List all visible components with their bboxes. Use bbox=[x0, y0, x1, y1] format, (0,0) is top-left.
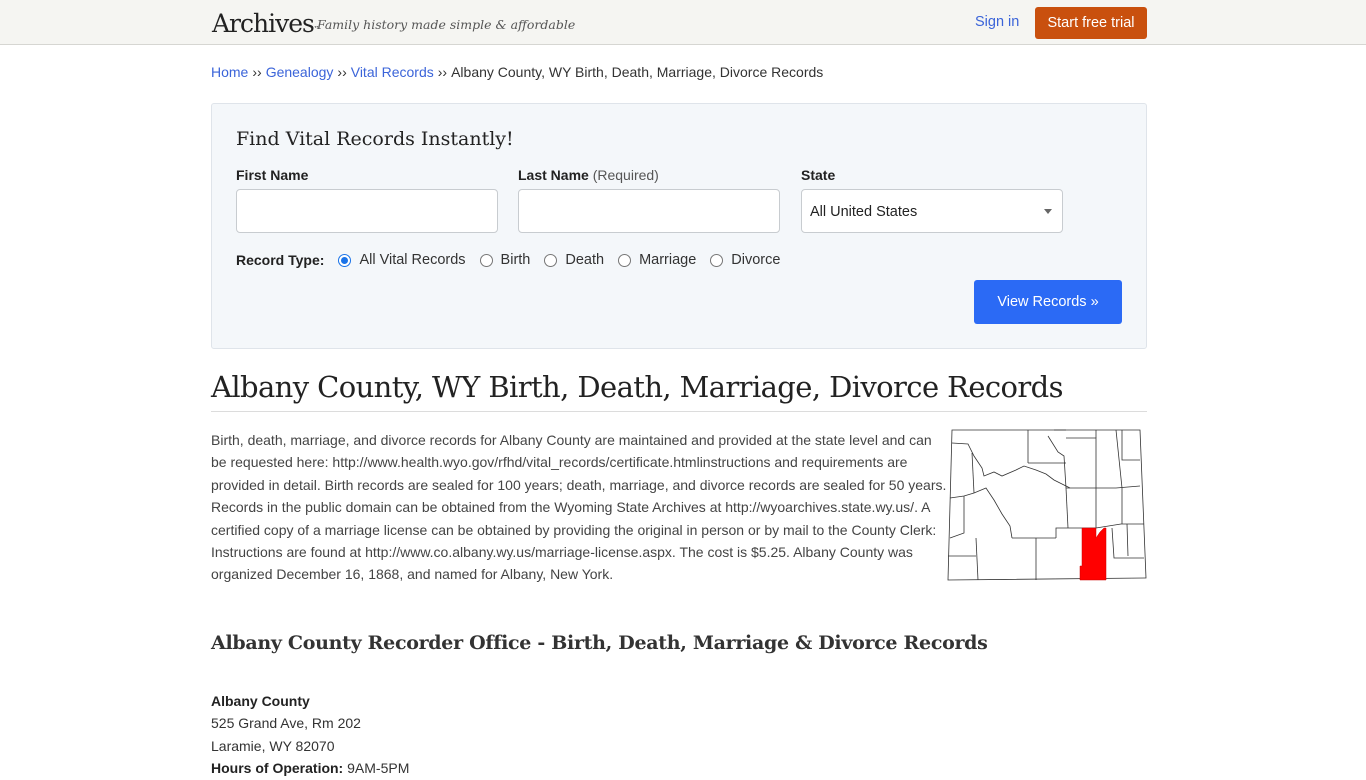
first-name-label: First Name bbox=[236, 167, 309, 183]
radio-birth[interactable] bbox=[479, 253, 493, 267]
view-records-button[interactable]: View Records » bbox=[974, 280, 1122, 324]
radio-label: Birth bbox=[500, 252, 531, 268]
radio-label: Death bbox=[565, 252, 605, 268]
hours-value: 9AM-5PM bbox=[347, 760, 410, 777]
radio-label: Marriage bbox=[639, 252, 697, 268]
state-outline bbox=[947, 429, 1147, 581]
state-label: State bbox=[801, 167, 836, 183]
record-type-group: Record Type: All Vital Records Birth Dea… bbox=[236, 250, 794, 270]
state-select[interactable]: All United States bbox=[801, 189, 1063, 233]
breadcrumb-vital-records[interactable]: Vital Records bbox=[351, 64, 434, 80]
last-name-input[interactable] bbox=[518, 189, 780, 233]
record-type-marriage[interactable]: Marriage bbox=[618, 252, 696, 268]
record-type-birth[interactable]: Birth bbox=[479, 252, 531, 268]
intro-paragraph: Birth, death, marriage, and divorce reco… bbox=[211, 432, 947, 583]
breadcrumb-genealogy[interactable]: Genealogy bbox=[266, 64, 334, 80]
logo-text: Archives bbox=[212, 9, 315, 38]
chevron-down-icon bbox=[1044, 209, 1052, 214]
radio-all-vital-records[interactable] bbox=[338, 253, 352, 267]
office-address-line-2: Laramie, WY 82070 bbox=[211, 737, 335, 754]
radio-marriage[interactable] bbox=[618, 253, 632, 267]
record-type-all[interactable]: All Vital Records bbox=[338, 252, 466, 268]
sign-in-link[interactable]: Sign in bbox=[975, 13, 1019, 31]
wyoming-county-map bbox=[947, 429, 1147, 581]
breadcrumb-current: Albany County, WY Birth, Death, Marriage… bbox=[451, 64, 824, 80]
office-name: Albany County bbox=[211, 693, 310, 709]
state-select-value: All United States bbox=[810, 204, 918, 220]
page-title: Albany County, WY Birth, Death, Marriage… bbox=[211, 370, 1064, 404]
site-logo[interactable]: Archives™ bbox=[212, 9, 321, 39]
record-type-divorce[interactable]: Divorce bbox=[710, 252, 780, 268]
radio-divorce[interactable] bbox=[710, 253, 724, 267]
record-type-label: Record Type: bbox=[236, 252, 325, 268]
first-name-input[interactable] bbox=[236, 189, 498, 233]
radio-death[interactable] bbox=[544, 253, 558, 267]
last-name-label: Last Name (Required) bbox=[518, 166, 659, 184]
breadcrumb-home[interactable]: Home bbox=[211, 64, 248, 80]
record-type-death[interactable]: Death bbox=[544, 252, 604, 268]
recorder-office-heading: Albany County Recorder Office - Birth, D… bbox=[211, 632, 988, 654]
title-divider bbox=[211, 411, 1147, 412]
required-note: (Required) bbox=[592, 167, 659, 183]
office-hours: Hours of Operation: 9AM-5PM bbox=[211, 757, 409, 779]
breadcrumb-separator: ›› bbox=[437, 64, 448, 80]
top-navbar: Archives™ Family history made simple & a… bbox=[0, 0, 1366, 45]
last-name-label-text: Last Name bbox=[518, 167, 589, 183]
breadcrumb: Home ›› Genealogy ›› Vital Records ›› Albany C… bbox=[211, 63, 823, 81]
site-tagline: Family history made simple & affordable bbox=[317, 17, 576, 32]
albany-county-highlight bbox=[1079, 527, 1107, 581]
breadcrumb-separator: ›› bbox=[337, 64, 347, 80]
vital-records-search-form: Find Vital Records Instantly! First Name… bbox=[211, 103, 1147, 349]
search-form-title: Find Vital Records Instantly! bbox=[236, 128, 514, 150]
radio-label: Divorce bbox=[731, 252, 781, 268]
hours-label: Hours of Operation: bbox=[211, 760, 344, 777]
start-free-trial-button[interactable]: Start free trial bbox=[1035, 7, 1147, 39]
breadcrumb-separator: ›› bbox=[252, 64, 262, 80]
radio-label: All Vital Records bbox=[359, 252, 466, 268]
office-address-block: Albany County 525 Grand Ave, Rm 202 Lara… bbox=[211, 690, 409, 780]
office-address-line-1: 525 Grand Ave, Rm 202 bbox=[211, 715, 361, 732]
